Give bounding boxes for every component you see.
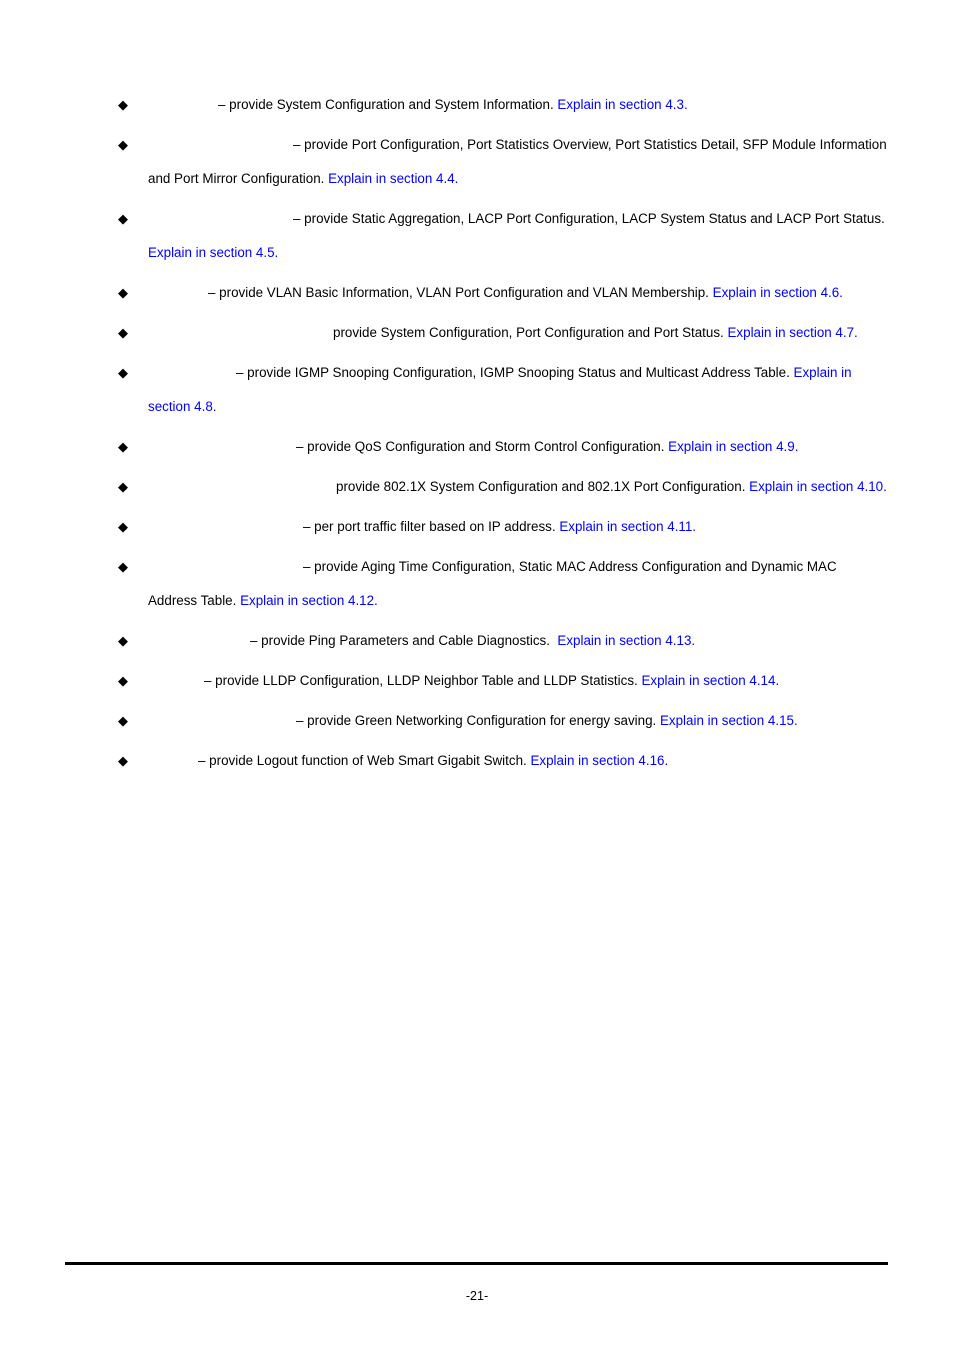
bullet-description: – provide Ping Parameters and Cable Diag…	[250, 633, 558, 648]
menu-name-placeholder	[148, 296, 208, 297]
bullet-description: – provide Port Configuration, Port Stati…	[148, 137, 891, 186]
menu-name-placeholder	[148, 450, 296, 451]
menu-name-placeholder	[148, 570, 303, 571]
diamond-bullet-icon: ◆	[118, 673, 128, 688]
bullet-item: ◆ – provide Static Aggregation, LACP Port…	[118, 202, 888, 270]
diamond-bullet-icon: ◆	[118, 285, 128, 300]
bullet-item: ◆ – provide Aging Time Configuration, Sta…	[118, 550, 888, 618]
bullet-description: – provide VLAN Basic Information, VLAN P…	[208, 285, 713, 300]
cross-reference-link[interactable]: Explain in section 4.14.	[641, 673, 779, 688]
bullet-description: – provide Static Aggregation, LACP Port …	[293, 211, 889, 226]
bullet-item: ◆ – provide QoS Configuration and Storm C…	[118, 430, 888, 464]
diamond-bullet-icon: ◆	[118, 519, 128, 534]
diamond-bullet-icon: ◆	[118, 211, 128, 226]
bullet-description: – provide Green Networking Configuration…	[296, 713, 660, 728]
bullet-item: ◆ – provide IGMP Snooping Configuration, …	[118, 356, 888, 424]
menu-name-placeholder	[148, 376, 236, 377]
footer-divider	[65, 1262, 888, 1265]
cross-reference-link[interactable]: Explain in section 4.16.	[530, 753, 668, 768]
bullet-description: – per port traffic filter based on IP ad…	[303, 519, 560, 534]
bullet-item: ◆ – provide Port Configuration, Port Stat…	[118, 128, 888, 196]
bullet-item: ◆ – provide LLDP Configuration, LLDP Neig…	[118, 664, 888, 698]
bullet-description: – provide LLDP Configuration, LLDP Neigh…	[204, 673, 642, 688]
bullet-item: ◆ – provide Ping Parameters and Cable Dia…	[118, 624, 888, 658]
bullet-description: – provide QoS Configuration and Storm Co…	[296, 439, 669, 454]
bullet-description: – provide Logout function of Web Smart G…	[198, 753, 531, 768]
bullet-item: ◆ – per port traffic filter based on IP a…	[118, 510, 888, 544]
bullet-description: – provide IGMP Snooping Configuration, I…	[236, 365, 794, 380]
menu-name-placeholder	[148, 724, 296, 725]
cross-reference-link[interactable]: Explain in section 4.9.	[668, 439, 798, 454]
menu-name-placeholder	[148, 336, 333, 337]
menu-name-placeholder	[148, 530, 303, 531]
menu-name-placeholder	[148, 684, 204, 685]
bullet-item: ◆ – provide System Configuration and Syst…	[118, 88, 888, 122]
diamond-bullet-icon: ◆	[118, 365, 128, 380]
menu-name-placeholder	[148, 644, 250, 645]
diamond-bullet-icon: ◆	[118, 559, 128, 574]
document-page: ◆ – provide System Configuration and Syst…	[0, 0, 954, 1350]
menu-name-placeholder	[148, 222, 293, 223]
diamond-bullet-icon: ◆	[118, 753, 128, 768]
cross-reference-link[interactable]: Explain in section 4.5.	[148, 245, 278, 260]
page-number: -21-	[465, 1289, 489, 1303]
bullet-description: – provide System Configuration and Syste…	[218, 97, 558, 112]
diamond-bullet-icon: ◆	[118, 439, 128, 454]
menu-name-placeholder	[148, 490, 336, 491]
cross-reference-link[interactable]: Explain in section 4.11.	[559, 519, 696, 534]
bullet-item: ◆ provide System Configuration, Port Conf…	[118, 316, 888, 350]
diamond-bullet-icon: ◆	[118, 97, 128, 112]
bullet-item: ◆ – provide Green Networking Configuratio…	[118, 704, 888, 738]
cross-reference-link[interactable]: Explain in section 4.12.	[240, 593, 378, 608]
cross-reference-link[interactable]: Explain in section 4.3.	[557, 97, 687, 112]
bullet-item: ◆ provide 802.1X System Configuration and…	[118, 470, 888, 504]
bullet-item: ◆ – provide VLAN Basic Information, VLAN …	[118, 276, 888, 310]
diamond-bullet-icon: ◆	[118, 633, 128, 648]
bullet-item: ◆ – provide Logout function of Web Smart …	[118, 744, 888, 778]
bullet-description: provide System Configuration, Port Confi…	[333, 325, 728, 340]
feature-bullet-list: ◆ – provide System Configuration and Syst…	[118, 88, 888, 784]
menu-name-placeholder	[148, 764, 198, 765]
cross-reference-link[interactable]: Explain in section 4.7.	[728, 325, 858, 340]
cross-reference-link[interactable]: Explain in section 4.13.	[557, 633, 695, 648]
cross-reference-link[interactable]: Explain in section 4.10.	[749, 479, 887, 494]
bullet-description: provide 802.1X System Configuration and …	[336, 479, 750, 494]
diamond-bullet-icon: ◆	[118, 479, 128, 494]
diamond-bullet-icon: ◆	[118, 713, 128, 728]
menu-name-placeholder	[148, 108, 218, 109]
cross-reference-link[interactable]: Explain in section 4.4.	[328, 171, 458, 186]
diamond-bullet-icon: ◆	[118, 325, 128, 340]
cross-reference-link[interactable]: Explain in section 4.15.	[660, 713, 798, 728]
cross-reference-link[interactable]: Explain in section 4.6.	[713, 285, 843, 300]
diamond-bullet-icon: ◆	[118, 137, 128, 152]
menu-name-placeholder	[148, 148, 293, 149]
